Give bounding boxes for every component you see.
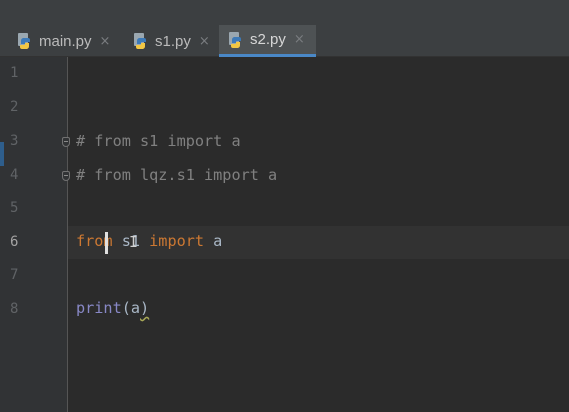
tab-label: s2.py — [250, 31, 286, 48]
tab-s2-py[interactable]: s2.py × — [219, 25, 316, 57]
code-line-8[interactable]: print(a) — [76, 299, 149, 317]
line-number: 5 — [10, 200, 19, 216]
toolbar-strip — [0, 0, 569, 25]
fold-toggle-icon[interactable] — [62, 171, 70, 181]
text-caret — [105, 232, 108, 254]
close-icon[interactable]: × — [294, 32, 305, 47]
imported-name: a — [204, 232, 223, 250]
argument: a — [130, 299, 141, 317]
close-icon[interactable]: × — [100, 34, 111, 49]
code-line-3[interactable]: # from s1 import a — [76, 132, 241, 150]
keyword-import: import — [149, 232, 205, 250]
line-number: 4 — [10, 167, 19, 183]
python-file-icon — [16, 32, 34, 50]
line-number-current: 6 — [10, 234, 19, 250]
fold-toggle-icon[interactable] — [62, 137, 70, 147]
close-paren-warning: ) — [140, 299, 150, 317]
line-number: 7 — [10, 267, 19, 283]
ibeam-cursor-icon: I — [129, 233, 139, 251]
editor-tab-bar: main.py × s1.py × s2.py × — [0, 25, 569, 57]
builtin-print: print — [76, 299, 122, 317]
code-line-4[interactable]: # from lqz.s1 import a — [76, 166, 277, 184]
python-file-icon — [227, 31, 245, 49]
line-number: 3 — [10, 133, 19, 149]
open-paren: ( — [121, 299, 131, 317]
close-icon[interactable]: × — [199, 34, 210, 49]
code-line-6[interactable]: from s1 import a — [76, 232, 222, 250]
tab-label: s1.py — [155, 32, 191, 50]
python-file-icon — [132, 32, 150, 50]
line-number: 2 — [10, 99, 19, 115]
tab-s1-py[interactable]: s1.py × — [126, 25, 218, 57]
line-number: 8 — [10, 301, 19, 317]
tab-main-py[interactable]: main.py × — [10, 25, 120, 57]
ide-editor-window: main.py × s1.py × s2.py × 1 2 3 4 5 6 7 … — [0, 0, 569, 412]
tab-label: main.py — [39, 32, 92, 50]
line-number: 1 — [10, 65, 19, 81]
gutter-change-marker — [0, 142, 4, 166]
